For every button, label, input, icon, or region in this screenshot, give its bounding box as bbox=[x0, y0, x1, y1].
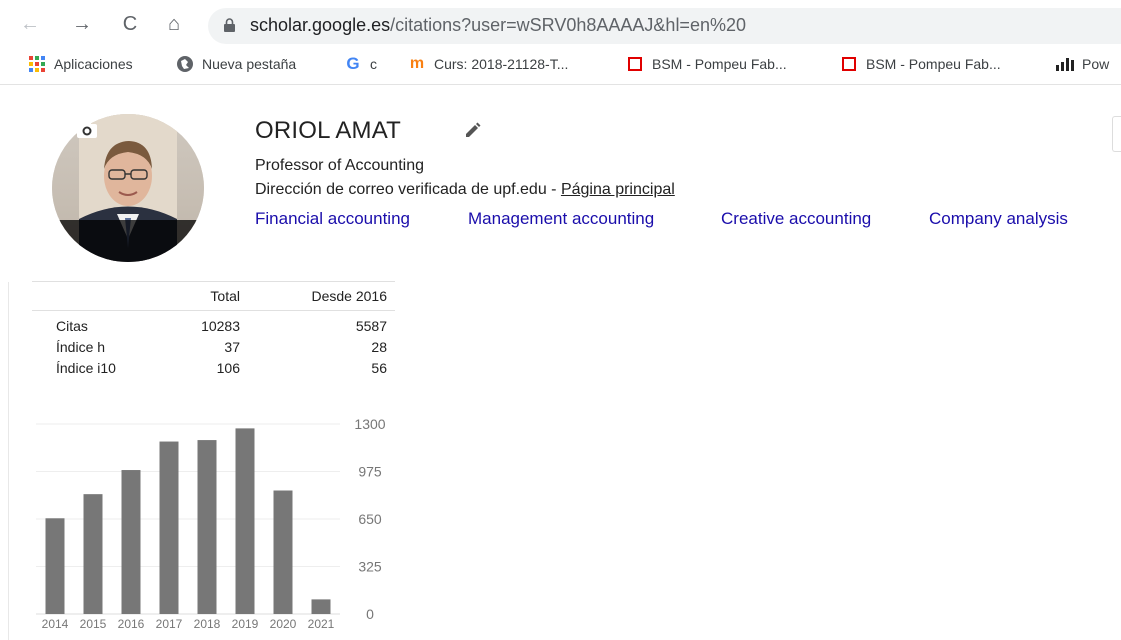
bookmark-label: Aplicaciones bbox=[54, 56, 133, 72]
back-icon[interactable]: ← bbox=[18, 12, 42, 36]
change-photo-bar bbox=[52, 220, 204, 262]
profile-email-line: Dirección de correo verificada de upf.ed… bbox=[255, 181, 675, 199]
reload-icon[interactable]: C bbox=[118, 12, 142, 36]
bookmarks-bar: Aplicaciones Nueva pestaña G c m Curs: 2… bbox=[0, 48, 1121, 80]
y-tick-label: 1300 bbox=[354, 416, 385, 432]
profile-affiliation: Professor of Accounting bbox=[255, 157, 424, 174]
bookmark-apps[interactable]: Aplicaciones bbox=[28, 54, 133, 74]
column-header-total: Total bbox=[210, 288, 240, 304]
verified-email-text: Dirección de correo verificada de upf.ed… bbox=[255, 181, 561, 198]
interest-link[interactable]: Company analysis bbox=[929, 209, 1068, 229]
bar bbox=[311, 599, 331, 614]
stat-total: 106 bbox=[216, 360, 240, 376]
x-tick-label: 2019 bbox=[232, 617, 259, 631]
bsm-icon bbox=[840, 55, 858, 73]
profile-name: ORIOL AMAT bbox=[255, 117, 402, 144]
homepage-link[interactable]: Página principal bbox=[561, 181, 675, 198]
follow-button[interactable] bbox=[1112, 116, 1121, 152]
bookmark-label: Curs: 2018-21128-T... bbox=[434, 56, 569, 72]
x-tick-label: 2020 bbox=[270, 617, 297, 631]
apps-grid-icon bbox=[28, 55, 46, 73]
url-text: scholar.google.es/citations?user=wSRV0h8… bbox=[250, 15, 746, 36]
bar bbox=[273, 490, 293, 614]
url-host: scholar.google.es bbox=[250, 15, 391, 35]
bookmark-bsm-2[interactable]: BSM - Pompeu Fab... bbox=[840, 54, 1001, 74]
x-tick-label: 2018 bbox=[194, 617, 221, 631]
toolbar-divider bbox=[0, 84, 1121, 85]
bar bbox=[235, 428, 255, 614]
home-icon[interactable]: ⌂ bbox=[162, 12, 186, 36]
x-tick-label: 2021 bbox=[308, 617, 335, 631]
stat-total: 10283 bbox=[201, 318, 240, 334]
y-tick-label: 0 bbox=[366, 606, 374, 622]
interest-link[interactable]: Creative accounting bbox=[721, 209, 871, 229]
bookmark-pow[interactable]: Pow bbox=[1056, 54, 1109, 74]
bookmark-label: BSM - Pompeu Fab... bbox=[652, 56, 787, 72]
bookmark-moodle[interactable]: m Curs: 2018-21128-T... bbox=[408, 54, 569, 74]
bookmark-label: BSM - Pompeu Fab... bbox=[866, 56, 1001, 72]
x-tick-label: 2014 bbox=[42, 617, 69, 631]
bar bbox=[121, 470, 141, 614]
bars-icon bbox=[1056, 55, 1074, 73]
google-g-icon: G bbox=[346, 54, 360, 73]
bookmark-label: Pow bbox=[1082, 56, 1110, 72]
interest-link[interactable]: Management accounting bbox=[468, 209, 654, 229]
stat-since: 56 bbox=[371, 360, 387, 376]
bookmark-bsm-1[interactable]: BSM - Pompeu Fab... bbox=[626, 54, 787, 74]
stat-total: 37 bbox=[224, 339, 240, 355]
bar bbox=[45, 518, 65, 614]
x-tick-label: 2016 bbox=[118, 617, 145, 631]
stat-label: Índice h bbox=[56, 339, 106, 355]
bar bbox=[197, 440, 217, 614]
globe-icon bbox=[176, 55, 194, 73]
bookmark-new-tab[interactable]: Nueva pestaña bbox=[176, 54, 296, 74]
lock-icon bbox=[224, 18, 235, 32]
bar bbox=[159, 441, 179, 614]
column-header-since[interactable]: Desde 2016 bbox=[311, 288, 387, 304]
bsm-icon bbox=[626, 55, 644, 73]
interest-link[interactable]: Financial accounting bbox=[255, 209, 410, 229]
x-tick-label: 2017 bbox=[156, 617, 183, 631]
bookmark-label: Nueva pestaña bbox=[202, 56, 297, 72]
add-photo-icon[interactable]: + bbox=[72, 116, 98, 140]
bar bbox=[83, 494, 103, 614]
browser-toolbar: ← → C ⌂ scholar.google.es/citations?user… bbox=[0, 0, 1121, 48]
x-tick-label: 2015 bbox=[80, 617, 107, 631]
y-tick-label: 650 bbox=[358, 511, 382, 527]
citations-per-year-chart: 1300 975 650 325 0 2014 2015 2016 2017 2018 2019 20… bbox=[36, 416, 386, 631]
stat-since: 5587 bbox=[355, 318, 387, 334]
stat-label: Índice i10 bbox=[56, 360, 116, 376]
table-rule bbox=[32, 310, 395, 311]
table-rule bbox=[32, 281, 395, 282]
edit-pencil-icon[interactable] bbox=[463, 122, 483, 140]
y-tick-label: 325 bbox=[358, 559, 382, 575]
stat-since: 28 bbox=[371, 339, 387, 355]
url-path: /citations?user=wSRV0h8AAAAJ&hl=en%20 bbox=[390, 15, 746, 35]
address-bar[interactable]: scholar.google.es/citations?user=wSRV0h8… bbox=[208, 8, 1121, 44]
bookmark-label: c bbox=[370, 56, 377, 72]
bookmark-google[interactable]: G c bbox=[344, 54, 377, 74]
stat-label: Citas bbox=[56, 318, 88, 334]
y-tick-label: 975 bbox=[358, 464, 382, 480]
moodle-icon: m bbox=[409, 55, 425, 72]
forward-icon[interactable]: → bbox=[70, 12, 94, 36]
